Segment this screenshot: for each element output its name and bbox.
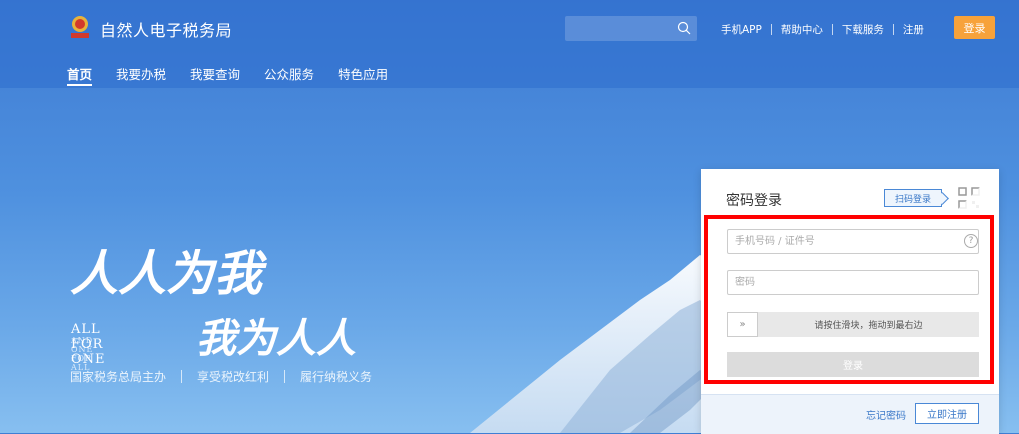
login-panel: 密码登录 扫码登录 ? » 请按住滑块，拖动到最右边 登录 忘记密码 立即注册 xyxy=(701,169,999,434)
search-input[interactable] xyxy=(565,16,697,41)
forgot-password-link[interactable]: 忘记密码 xyxy=(866,407,906,422)
register-link[interactable]: 注册 xyxy=(894,22,933,37)
nav-item-tax-handling[interactable]: 我要办税 xyxy=(116,64,166,83)
password-input[interactable] xyxy=(727,270,979,295)
main-nav: 首页 我要办税 我要查询 公众服务 特色应用 xyxy=(67,64,412,86)
nav-item-home[interactable]: 首页 xyxy=(67,64,93,86)
login-panel-title: 密码登录 xyxy=(726,193,782,209)
calligraphy-slogan: 人人为我 我为人人 xyxy=(70,246,356,358)
tagline-item: 享受税改红利 xyxy=(197,370,270,384)
tax-emblem-icon xyxy=(71,16,89,38)
tagline-item: 履行纳税义务 xyxy=(300,370,373,384)
help-icon[interactable]: ? xyxy=(964,234,978,248)
top-links: 手机APP 帮助中心 下载服务 注册 xyxy=(712,21,933,37)
register-now-button[interactable]: 立即注册 xyxy=(915,403,979,424)
qr-code-icon[interactable] xyxy=(958,187,980,209)
login-panel-footer: 忘记密码 立即注册 xyxy=(701,394,999,434)
banner-tagline: 国家税务总局主办 享受税改红利 履行纳税义务 xyxy=(70,368,372,385)
download-link[interactable]: 下载服务 xyxy=(833,22,893,37)
mobile-app-link[interactable]: 手机APP xyxy=(712,22,771,37)
account-input[interactable] xyxy=(727,229,979,254)
slogan-line1: 人人为我 xyxy=(70,246,267,302)
help-center-link[interactable]: 帮助中心 xyxy=(772,22,832,37)
slider-hint: 请按住滑块，拖动到最右边 xyxy=(814,321,923,331)
slogan-english-line2: AND ONE FOR ALL xyxy=(71,336,94,372)
header-bar: 自然人电子税务局 手机APP 帮助中心 下载服务 注册 登录 首页 我要办税 我… xyxy=(0,0,1019,88)
tagline-item: 国家税务总局主办 xyxy=(70,370,167,384)
nav-item-public-service[interactable]: 公众服务 xyxy=(264,64,314,83)
divider xyxy=(284,370,286,383)
slogan-line2: 我为人人 xyxy=(196,315,356,358)
nav-item-special-apps[interactable]: 特色应用 xyxy=(338,64,388,83)
divider xyxy=(181,370,183,383)
search-icon[interactable] xyxy=(677,21,691,35)
scan-login-tag[interactable]: 扫码登录 xyxy=(884,189,942,207)
header-login-button[interactable]: 登录 xyxy=(954,16,995,39)
login-submit-button[interactable]: 登录 xyxy=(727,352,979,377)
slider-handle[interactable]: » xyxy=(727,312,758,337)
site-title[interactable]: 自然人电子税务局 xyxy=(100,17,232,41)
slider-captcha: » 请按住滑块，拖动到最右边 xyxy=(727,312,979,337)
nav-item-query[interactable]: 我要查询 xyxy=(190,64,240,83)
